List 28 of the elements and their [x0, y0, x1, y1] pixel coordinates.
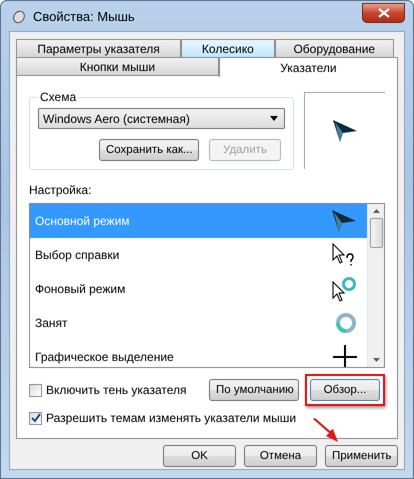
scrollbar[interactable] — [367, 204, 384, 367]
crosshair-icon — [333, 345, 357, 367]
tab[interactable]: Параметры указателя — [16, 39, 182, 57]
busy-ring-icon — [335, 312, 357, 334]
browse-button[interactable]: Обзор... — [310, 379, 380, 401]
dialog-button[interactable]: OK — [163, 445, 236, 467]
window-title: Свойства: Мышь — [33, 8, 135, 24]
arrow-cursor-icon — [331, 209, 357, 233]
check-icon — [30, 413, 40, 423]
dropdown-caret-icon — [270, 116, 278, 121]
scheme-dropdown[interactable]: Windows Aero (системная) — [38, 108, 285, 129]
tab[interactable]: Оборудование — [274, 39, 394, 57]
scroll-thumb[interactable] — [370, 218, 382, 248]
default-button[interactable]: По умолчанию — [209, 379, 299, 401]
tab[interactable]: Указатели — [218, 57, 398, 77]
tab[interactable]: Кнопки мыши — [16, 57, 219, 75]
scheme-button[interactable]: Сохранить как... — [98, 139, 199, 161]
group-title: Схема — [39, 90, 78, 104]
themes-checkbox[interactable]: Разрешить темам изменять указатели мыши — [29, 411, 385, 425]
close-icon — [378, 8, 390, 18]
section-label: Настройка: — [29, 183, 92, 197]
close-button[interactable] — [362, 3, 405, 23]
dialog-button[interactable]: Применить — [325, 445, 398, 467]
dialog-button[interactable]: Отмена — [244, 445, 317, 467]
arrow-cursor-icon — [332, 119, 358, 143]
busy-pointer-icon — [331, 276, 357, 302]
shadow-checkbox[interactable]: Включить тень указателя — [29, 383, 187, 397]
tab[interactable]: Колесико — [181, 39, 275, 57]
